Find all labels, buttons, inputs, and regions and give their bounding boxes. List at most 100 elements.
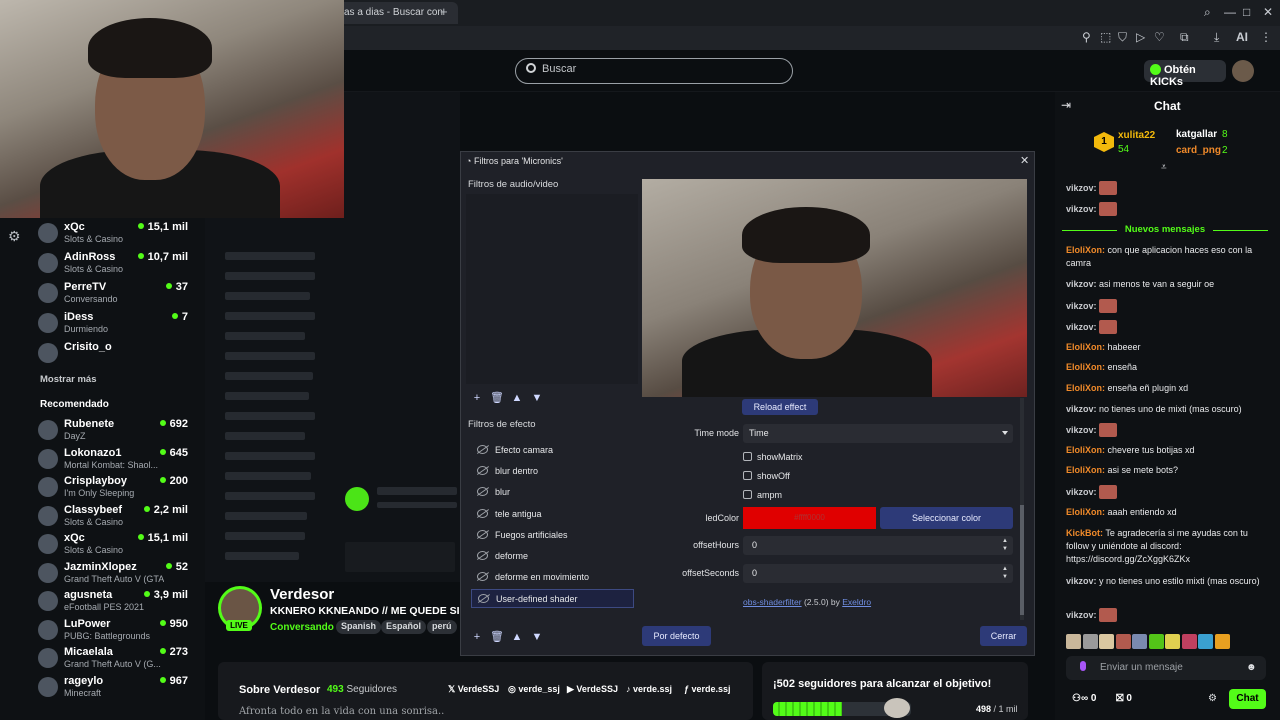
emote[interactable] <box>1165 634 1180 649</box>
led-color-swatch[interactable]: #ffff0000 <box>743 507 876 529</box>
sidebar-channel-classybeef[interactable]: Classybeef Slots & Casino 2,2 mil <box>38 504 198 532</box>
sidebar-channel-xqc[interactable]: xQc Slots & Casino 15,1 mil <box>38 221 198 249</box>
effect-filter-item[interactable]: deforme en movimiento <box>471 568 634 587</box>
remove-effect-button[interactable]: 🗑 <box>489 629 505 645</box>
send-chat-button[interactable]: Chat <box>1229 689 1266 709</box>
chat-username[interactable]: vikzov: <box>1066 576 1097 586</box>
emote[interactable] <box>1214 634 1230 649</box>
sidebar-channel-jazminxlopez[interactable]: JazminXlopez Grand Theft Auto V (GTA) 52 <box>38 561 198 589</box>
author-link[interactable]: Exeldro <box>842 597 871 607</box>
chat-username[interactable]: vikzov: <box>1066 204 1097 214</box>
shield-icon[interactable]: ⛉ <box>1118 30 1127 45</box>
select-color-button[interactable]: Seleccionar color <box>880 507 1013 529</box>
add-effect-button[interactable]: + <box>469 629 485 645</box>
emote[interactable] <box>1148 634 1164 649</box>
chat-username[interactable]: vikzov: <box>1066 610 1097 620</box>
new-tab-button[interactable]: + <box>440 4 448 19</box>
sidebar-channel-xqc[interactable]: xQc Slots & Casino 15,1 mil <box>38 532 198 560</box>
visibility-icon[interactable] <box>477 572 488 581</box>
mic-icon[interactable] <box>1080 661 1086 671</box>
minimize-icon[interactable]: — <box>1224 5 1236 19</box>
close-window-icon[interactable]: ✕ <box>1263 5 1273 19</box>
close-button[interactable]: Cerrar <box>980 626 1027 646</box>
sidebar-channel-rageylo[interactable]: rageylo Minecraft 967 <box>38 675 198 703</box>
time-mode-select[interactable]: Time <box>743 424 1013 443</box>
tag-spanish[interactable]: Spanish <box>336 620 382 634</box>
visibility-icon[interactable] <box>477 509 488 518</box>
chevron-up-icon[interactable]: ▲ <box>1002 566 1008 573</box>
search-input[interactable]: Buscar <box>515 58 793 84</box>
add-av-filter-button[interactable]: + <box>469 390 485 406</box>
download-icon[interactable]: ⤓ <box>1214 30 1219 45</box>
effect-filter-item[interactable]: deforme <box>471 547 634 566</box>
stream-category[interactable]: Conversando <box>270 622 334 633</box>
play-icon[interactable]: ▷ <box>1136 30 1145 44</box>
chat-username[interactable]: EloliXon: <box>1066 445 1105 455</box>
sidebar-channel-crisito_o[interactable]: Crisito_o <box>38 341 198 369</box>
top-gifter-3-name[interactable]: card_png <box>1176 145 1221 156</box>
visibility-icon[interactable] <box>477 445 488 454</box>
tag-peru[interactable]: perú <box>427 620 457 634</box>
effect-filter-item[interactable]: Fuegos artificiales <box>471 526 634 545</box>
chat-username[interactable]: vikzov: <box>1066 487 1097 497</box>
tag-espanol[interactable]: Español <box>381 620 427 634</box>
sidebar-channel-crisplayboy[interactable]: Crisplayboy I'm Only Sleeping 200 <box>38 475 198 503</box>
chat-username[interactable]: KickBot: <box>1066 528 1103 538</box>
sidebar-channel-lupower[interactable]: LuPower PUBG: Battlegrounds 950 <box>38 618 198 646</box>
chat-username[interactable]: vikzov: <box>1066 279 1097 289</box>
visibility-icon[interactable] <box>477 466 488 475</box>
effect-filter-item[interactable]: blur <box>471 483 634 502</box>
emote[interactable] <box>1198 634 1213 649</box>
emote[interactable] <box>1099 634 1114 649</box>
collapse-chat-icon[interactable]: ⇥ <box>1061 98 1071 112</box>
extensions-icon[interactable]: ⧉ <box>1180 30 1189 45</box>
screenshot-icon[interactable]: ⬚ <box>1100 30 1111 44</box>
sidebar-channel-agusneta[interactable]: agusneta eFootball PES 2021 3,9 mil <box>38 589 198 617</box>
social-instagram[interactable]: ◎ verde_ssj <box>508 684 560 695</box>
emote[interactable] <box>1082 634 1098 649</box>
effect-filter-item[interactable]: tele antigua <box>471 505 634 524</box>
social-youtube[interactable]: ▶ VerdeSSJ <box>567 684 618 695</box>
sidebar-channel-idess[interactable]: iDess Durmiendo 7 <box>38 311 198 339</box>
chat-points[interactable]: ⚇∞ 0 <box>1072 693 1096 704</box>
effect-filter-item[interactable]: User-defined shader <box>471 589 634 608</box>
sidebar-channel-perretv[interactable]: PerreTV Conversando 37 <box>38 281 198 309</box>
pin-icon[interactable]: ⚲ <box>1082 30 1091 44</box>
offset-hours-field[interactable]: 0 ▲ ▼ <box>743 536 1013 555</box>
avatar[interactable] <box>1232 60 1254 82</box>
close-icon[interactable]: ✕ <box>1020 154 1029 167</box>
offset-seconds-field[interactable]: 0 ▲ ▼ <box>743 564 1013 583</box>
plugin-link[interactable]: obs-shaderfilter <box>743 597 802 607</box>
show-more-link[interactable]: Mostrar más <box>40 374 97 385</box>
move-down-effect-button[interactable]: ▼ <box>529 629 545 645</box>
social-x[interactable]: 𝕏 VerdeSSJ <box>448 684 499 695</box>
visibility-icon[interactable] <box>478 594 489 603</box>
effect-filter-item[interactable]: blur dentro <box>471 462 634 481</box>
emote[interactable] <box>1115 634 1131 649</box>
chat-input[interactable]: Enviar un mensaje <box>1066 656 1266 680</box>
sidebar-channel-micaelala[interactable]: Micaelala Grand Theft Auto V (G... 273 <box>38 646 198 674</box>
remove-av-filter-button[interactable]: 🗑 <box>489 390 505 406</box>
search-icon[interactable]: ⌕ <box>1204 5 1211 20</box>
chevron-down-icon[interactable]: ▼ <box>1002 574 1008 581</box>
heart-icon[interactable]: ♡ <box>1154 30 1165 44</box>
emote[interactable] <box>1132 634 1147 649</box>
chat-username[interactable]: EloliXon: <box>1066 362 1105 372</box>
sidebar-channel-rubenete[interactable]: Rubenete DayZ 692 <box>38 418 198 446</box>
visibility-icon[interactable] <box>477 530 488 539</box>
scrollbar-thumb[interactable] <box>1020 505 1024 615</box>
checkbox-show-off[interactable]: showOff <box>743 471 790 481</box>
social-facebook[interactable]: ƒ verde.ssj <box>684 684 731 694</box>
menu-icon[interactable]: ⋮ <box>1260 30 1272 44</box>
chat-username[interactable]: EloliXon: <box>1066 342 1105 352</box>
move-up-av-button[interactable]: ▲ <box>509 390 525 406</box>
checkbox-ampm[interactable]: ampm <box>743 490 782 500</box>
chat-gifts[interactable]: ⛝ 0 <box>1116 693 1132 704</box>
maximize-icon[interactable]: □ <box>1243 5 1250 19</box>
top-gifter-2-name[interactable]: katgallar <box>1176 129 1217 140</box>
defaults-button[interactable]: Por defecto <box>642 626 711 646</box>
social-tiktok[interactable]: ♪ verde.ssj <box>626 684 672 694</box>
sidebar-channel-lokonazo1[interactable]: Lokonazo1 Mortal Kombat: Shaol... 645 <box>38 447 198 475</box>
chat-username[interactable]: vikzov: <box>1066 183 1097 193</box>
move-down-av-button[interactable]: ▼ <box>529 390 545 406</box>
